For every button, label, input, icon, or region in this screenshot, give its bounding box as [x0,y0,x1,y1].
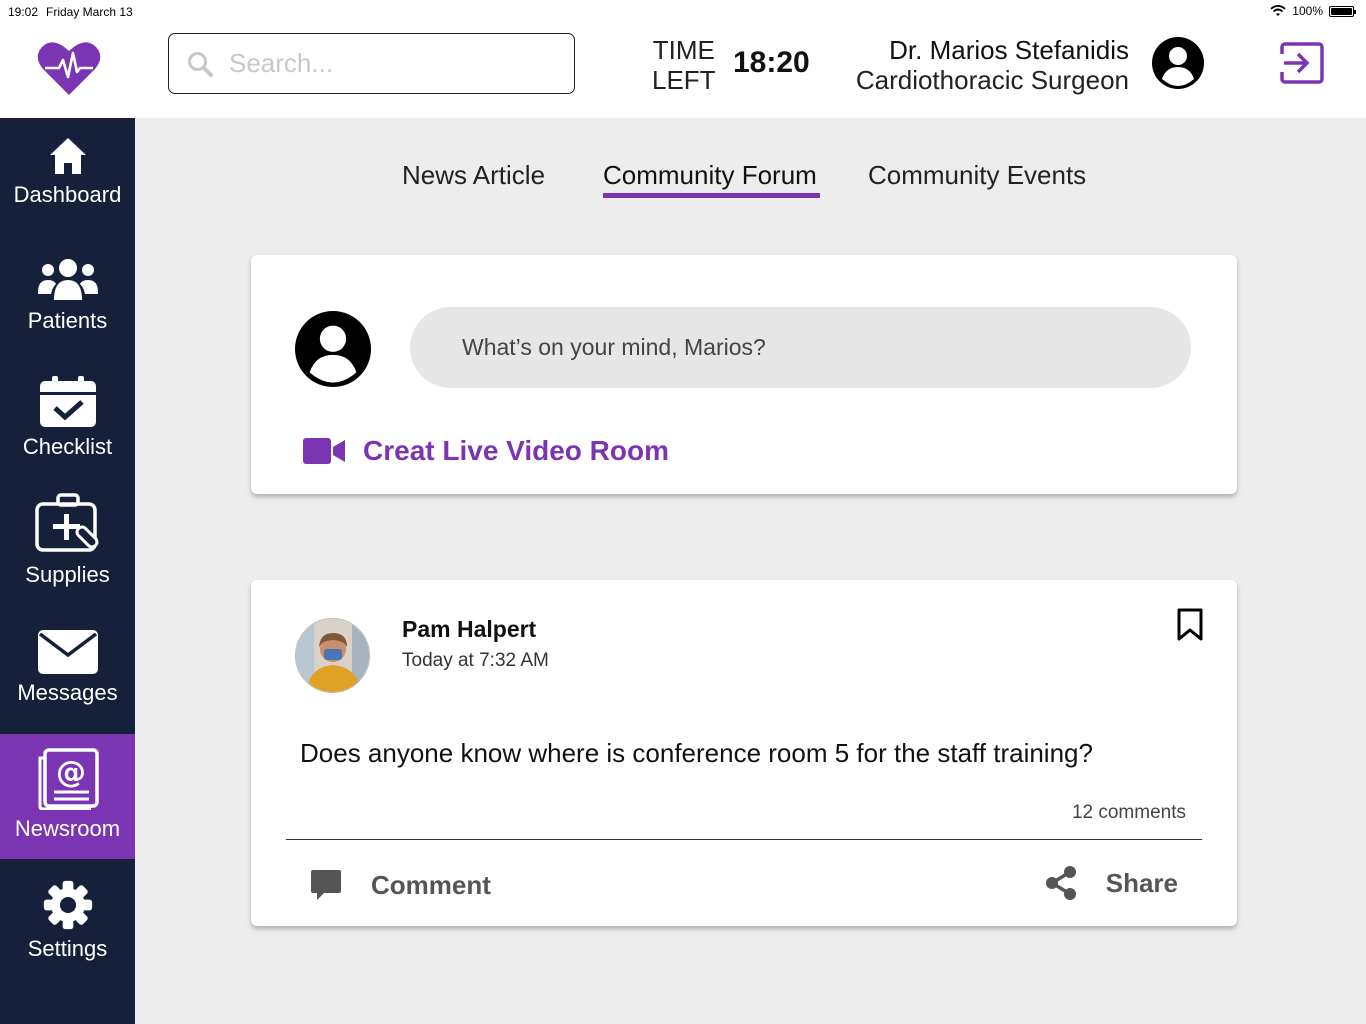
logout-icon[interactable] [1280,42,1324,84]
post-timestamp: Today at 7:32 AM [402,650,549,671]
post-author[interactable]: Pam Halpert [402,616,536,643]
status-bar: 19:02 Friday March 13 100% [0,0,1366,22]
envelope-icon [37,630,98,674]
sidebar-item-label: Supplies [25,562,110,587]
time-left-label-line1: TIME [652,35,715,65]
author-avatar[interactable] [295,618,370,693]
medkit-icon [34,493,98,552]
share-button[interactable]: Share [1044,865,1178,901]
search-icon [188,51,213,77]
share-label: Share [1105,867,1178,898]
author-photo [296,619,369,692]
bookmark-icon[interactable] [1177,608,1203,642]
sidebar-item-dashboard[interactable]: Dashboard [0,136,135,208]
create-live-video-room-label: Creat Live Video Room [363,435,670,466]
tab-community-forum[interactable]: Community Forum [603,160,817,191]
user-role: Cardiothoracic Surgeon [855,65,1129,95]
user-avatar-icon [295,311,371,387]
share-icon [1045,866,1076,900]
post-text: Does anyone know where is conference roo… [300,738,1093,768]
sidebar-item-checklist[interactable]: Checklist [0,376,135,460]
sidebar-item-newsroom[interactable]: @ Newsroom [0,734,135,859]
forum-post-card: Pam Halpert Today at 7:32 AM Does anyone… [251,580,1237,926]
svg-text:@: @ [56,755,86,790]
sidebar: Dashboard Patients Checklist Supplies Me… [0,118,135,1024]
time-left-label-line2: LEFT [652,65,716,95]
sidebar-item-label: Newsroom [14,816,121,841]
users-icon [37,259,98,300]
wifi-icon [1270,5,1286,16]
status-time: 19:02 [8,5,39,19]
user-name: Dr. Marios Stefanidis [889,35,1129,65]
gear-icon [43,880,92,930]
sidebar-item-label: Settings [27,936,108,961]
post-divider [286,839,1202,840]
search-bar[interactable] [168,33,575,94]
active-tab-indicator [603,193,820,198]
comment-label: Comment [371,869,491,900]
battery-percent: 100% [1292,4,1323,18]
comment-button[interactable]: Comment [309,868,491,902]
sidebar-item-label: Dashboard [13,182,122,207]
post-composer-card: What’s on your mind, Marios? Creat Live … [251,255,1237,494]
time-left-value: 18:20 [733,46,810,79]
comments-count[interactable]: 12 comments [1072,802,1186,824]
sidebar-item-messages[interactable]: Messages [0,630,135,706]
newsroom-icon: @ [38,748,99,810]
sidebar-item-label: Checklist [22,434,113,459]
calendar-check-icon [39,376,96,427]
post-prompt-input[interactable]: What’s on your mind, Marios? [410,307,1191,388]
status-date: Friday March 13 [46,5,133,19]
tab-news-article[interactable]: News Article [402,160,545,191]
heart-pulse-logo[interactable] [37,39,101,97]
sidebar-item-label: Patients [27,308,108,333]
tab-community-events[interactable]: Community Events [868,160,1086,191]
app-header: TIME LEFT 18:20 Dr. Marios Stefanidis Ca… [0,22,1366,118]
home-icon [49,138,86,174]
sidebar-item-patients[interactable]: Patients [0,258,135,334]
user-avatar-icon[interactable] [1152,37,1204,89]
time-left-label: TIME LEFT [652,35,716,95]
video-camera-icon [303,438,345,464]
sidebar-item-label: Messages [17,680,118,705]
sidebar-item-settings[interactable]: Settings [0,880,135,962]
search-input[interactable] [229,48,549,79]
create-live-video-room-button[interactable]: Creat Live Video Room [303,435,669,467]
comment-icon [311,870,341,900]
battery-icon [1329,5,1356,17]
sidebar-item-supplies[interactable]: Supplies [0,492,135,588]
